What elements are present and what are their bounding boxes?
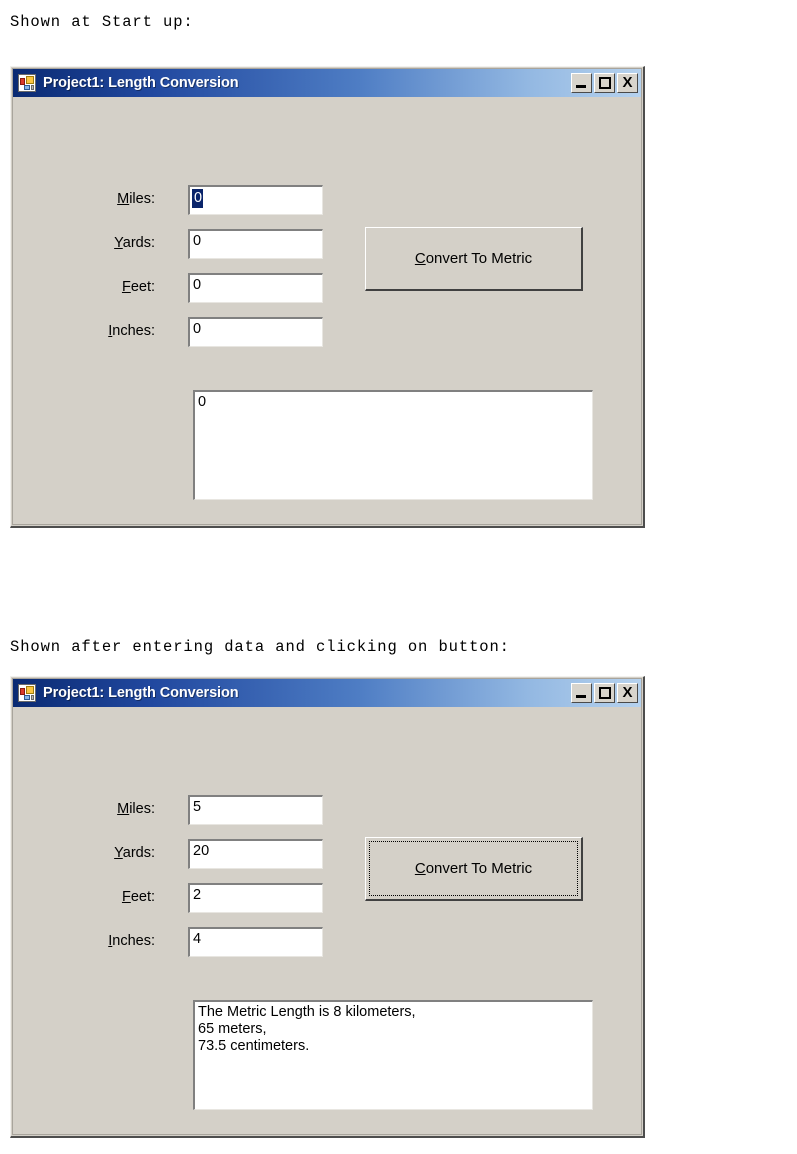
vb-form-icon-grey-square xyxy=(31,695,34,700)
maximize-button[interactable] xyxy=(594,683,615,703)
convert-button-rest: onvert To Metric xyxy=(425,250,533,267)
convert-button-label: Convert To Metric xyxy=(415,860,532,877)
label-feet-accel: F xyxy=(121,279,131,295)
inches-input[interactable]: 4 xyxy=(188,927,323,957)
window-title: Project1: Length Conversion xyxy=(43,685,239,701)
label-miles: Miles: xyxy=(73,191,155,207)
label-yards: Yards: xyxy=(73,845,155,861)
result-output-box[interactable]: 0 xyxy=(193,390,593,500)
label-yards-accel: Y xyxy=(114,845,123,861)
vb-form-icon-blue-square xyxy=(24,695,30,700)
form-client-area: Miles: Yards: Feet: Inches: 0 0 0 0 Conv… xyxy=(13,97,641,524)
titlebar[interactable]: Project1: Length Conversion X xyxy=(13,69,641,97)
miles-input[interactable]: 0 xyxy=(188,185,323,215)
convert-button-accel: C xyxy=(414,860,426,877)
feet-input-value: 2 xyxy=(193,887,202,903)
maximize-icon xyxy=(599,77,611,89)
label-yards: Yards: xyxy=(73,235,155,251)
convert-button-rest: onvert To Metric xyxy=(425,860,533,877)
vb-form-icon-red-square xyxy=(20,78,25,85)
label-feet-rest: eet: xyxy=(130,279,155,295)
label-inches: Inches: xyxy=(73,933,155,949)
vb-form-icon-grey-square xyxy=(31,85,34,90)
convert-button-label: Convert To Metric xyxy=(415,250,532,267)
inches-input[interactable]: 0 xyxy=(188,317,323,347)
label-inches: Inches: xyxy=(73,323,155,339)
close-button[interactable]: X xyxy=(617,73,638,93)
result-output-value: The Metric Length is 8 kilometers, 65 me… xyxy=(198,1004,416,1054)
minimize-icon xyxy=(576,85,586,88)
convert-to-metric-button[interactable]: Convert To Metric xyxy=(365,227,583,291)
miles-input-value: 5 xyxy=(193,799,202,815)
minimize-icon xyxy=(576,695,586,698)
minimize-button[interactable] xyxy=(571,73,592,93)
label-miles-accel: M xyxy=(117,801,130,817)
feet-input[interactable]: 0 xyxy=(188,273,323,303)
yards-input-value: 0 xyxy=(193,233,202,249)
label-feet-accel: F xyxy=(121,889,131,905)
label-inches-rest: nches: xyxy=(112,933,155,949)
vb-form-icon-blue-square xyxy=(24,85,30,90)
miles-input[interactable]: 5 xyxy=(188,795,323,825)
window-length-conversion-startup: Project1: Length Conversion X Miles: Yar… xyxy=(10,66,645,528)
label-feet-rest: eet: xyxy=(130,889,155,905)
minimize-button[interactable] xyxy=(571,683,592,703)
vb-form-icon-red-square xyxy=(20,688,25,695)
result-output-value: 0 xyxy=(198,394,207,410)
yards-input[interactable]: 0 xyxy=(188,229,323,259)
close-icon: X xyxy=(622,74,633,91)
label-miles-rest: iles: xyxy=(129,191,155,207)
label-miles-rest: iles: xyxy=(129,801,155,817)
close-button[interactable]: X xyxy=(617,683,638,703)
window-title: Project1: Length Conversion xyxy=(43,75,239,91)
label-feet: Feet: xyxy=(73,279,155,295)
label-feet: Feet: xyxy=(73,889,155,905)
convert-to-metric-button[interactable]: Convert To Metric xyxy=(365,837,583,901)
yards-input[interactable]: 20 xyxy=(188,839,323,869)
label-yards-accel: Y xyxy=(114,235,123,251)
close-icon: X xyxy=(622,684,633,701)
feet-input-value: 0 xyxy=(193,277,202,293)
window-control-buttons: X xyxy=(571,73,638,93)
caption-shown-at-startup: Shown at Start up: xyxy=(10,13,194,31)
caption-shown-after-convert: Shown after entering data and clicking o… xyxy=(10,638,510,656)
window-control-buttons: X xyxy=(571,683,638,703)
feet-input[interactable]: 2 xyxy=(188,883,323,913)
yards-input-value: 20 xyxy=(193,843,210,859)
convert-button-accel: C xyxy=(414,250,426,267)
vb-form-icon-yellow-square xyxy=(26,76,34,84)
inches-input-value: 4 xyxy=(193,931,202,947)
miles-input-value: 0 xyxy=(192,189,204,208)
vb-form-icon xyxy=(18,684,36,702)
maximize-button[interactable] xyxy=(594,73,615,93)
form-client-area: Miles: Yards: Feet: Inches: 5 20 2 4 Con… xyxy=(13,707,641,1134)
label-yards-rest: ards: xyxy=(122,845,155,861)
titlebar[interactable]: Project1: Length Conversion X xyxy=(13,679,641,707)
result-output-box[interactable]: The Metric Length is 8 kilometers, 65 me… xyxy=(193,1000,593,1110)
window-length-conversion-result: Project1: Length Conversion X Miles: Yar… xyxy=(10,676,645,1138)
inches-input-value: 0 xyxy=(193,321,202,337)
vb-form-icon-yellow-square xyxy=(26,686,34,694)
maximize-icon xyxy=(599,687,611,699)
vb-form-icon xyxy=(18,74,36,92)
label-yards-rest: ards: xyxy=(122,235,155,251)
label-miles-accel: M xyxy=(117,191,130,207)
label-miles: Miles: xyxy=(73,801,155,817)
label-inches-rest: nches: xyxy=(112,323,155,339)
